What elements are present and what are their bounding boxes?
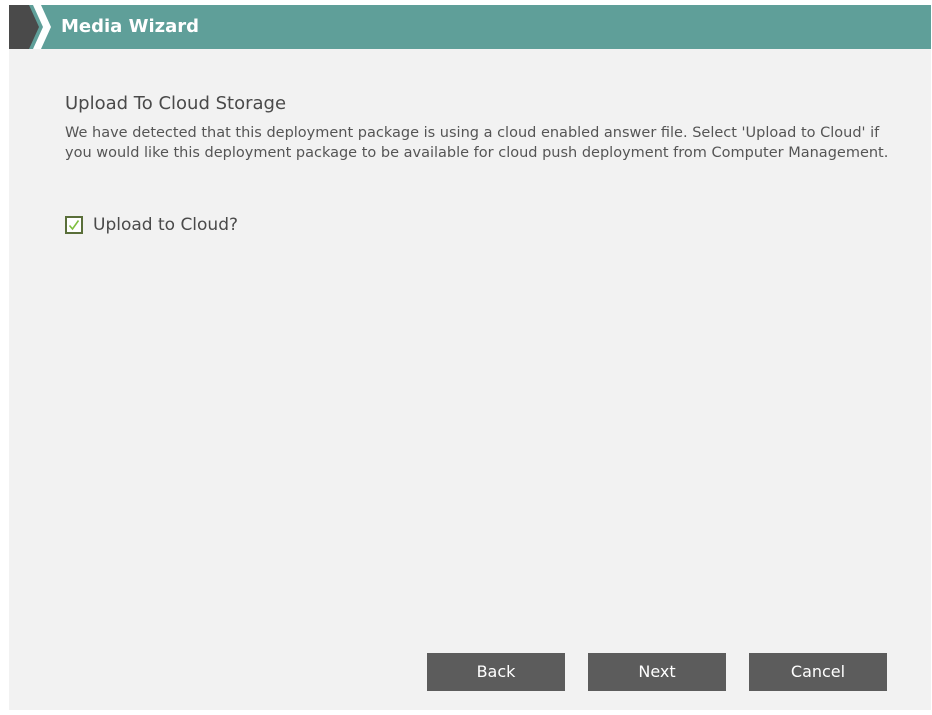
upload-to-cloud-label[interactable]: Upload to Cloud? <box>93 215 238 235</box>
upload-to-cloud-option[interactable]: Upload to Cloud? <box>65 213 238 237</box>
title-bar: Media Wizard <box>9 5 931 49</box>
window-title: Media Wizard <box>61 16 199 37</box>
media-wizard-window: Media Wizard Upload To Cloud Storage We … <box>9 5 931 710</box>
back-button[interactable]: Back <box>427 653 565 691</box>
upload-to-cloud-checkbox[interactable] <box>65 216 83 234</box>
cancel-button[interactable]: Cancel <box>749 653 887 691</box>
wizard-logo-icon <box>9 5 51 49</box>
checkmark-icon <box>68 220 80 231</box>
page-description: We have detected that this deployment pa… <box>65 125 889 161</box>
page-heading: Upload To Cloud Storage <box>65 93 287 114</box>
next-button[interactable]: Next <box>588 653 726 691</box>
